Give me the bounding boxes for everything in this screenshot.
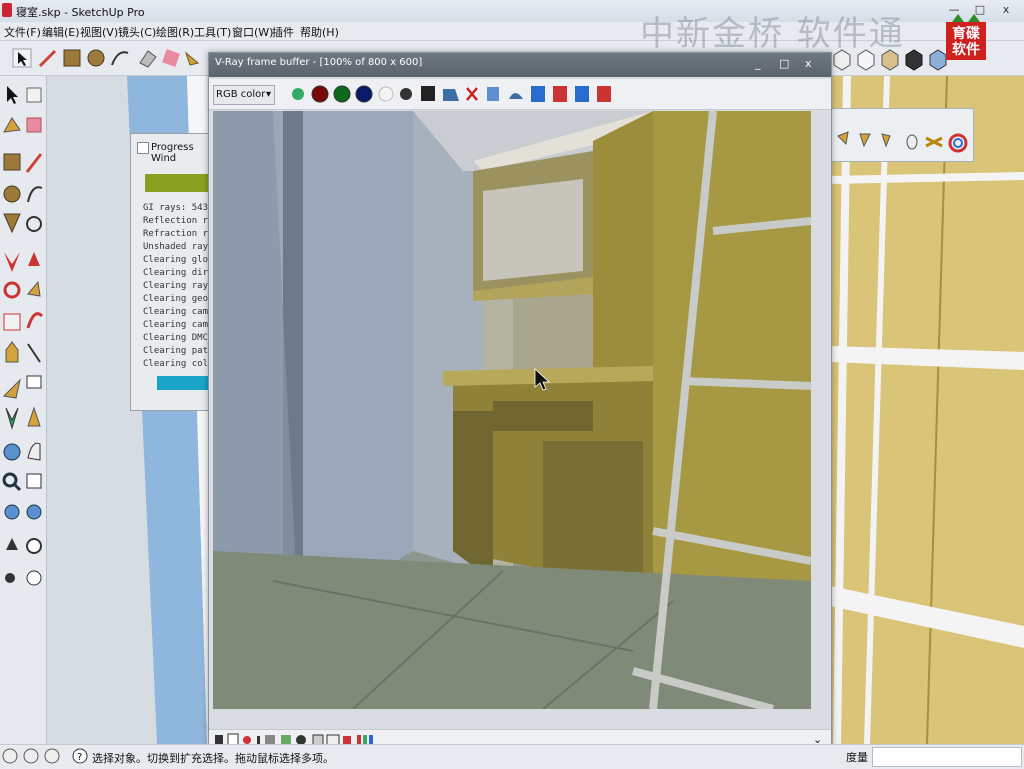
measurements-label: 度量	[846, 751, 868, 764]
progress-window: Progress Wind GI rays: 543 Reflection ra…	[130, 133, 212, 411]
measurements-input[interactable]	[872, 747, 1022, 767]
chevron-down-icon: ▾	[265, 89, 271, 100]
log-line: Refraction ra	[143, 229, 211, 239]
log-line: Reflection ra	[143, 216, 211, 226]
progress-bar	[145, 174, 211, 192]
main-toolbar-icons[interactable]	[0, 41, 210, 75]
vray-minimize-button[interactable]: _	[755, 57, 761, 70]
menu-file[interactable]: 文件(F)	[4, 24, 41, 40]
progress-cancel-button[interactable]	[157, 376, 211, 390]
log-line: GI rays: 543	[143, 203, 209, 213]
log-line: Clearing colo	[143, 359, 211, 369]
log-line: Clearing DMC	[143, 333, 209, 343]
vray-close-button[interactable]: x	[805, 57, 812, 70]
menu-camera[interactable]: 镜头(C)	[118, 24, 156, 40]
status-hint: 选择对象。切换到扩充选择。拖动鼠标选择多项。	[92, 752, 334, 765]
left-toolbar-icons[interactable]	[0, 80, 46, 600]
menu-help[interactable]: 帮助(H)	[300, 24, 339, 40]
watermark-text: 中新金桥 软件通	[640, 14, 905, 54]
menu-edit[interactable]: 编辑(E)	[42, 24, 80, 40]
log-line: Clearing came	[143, 320, 211, 330]
channel-select-value: RGB color	[216, 89, 266, 100]
progress-window-title: Progress Wind	[151, 142, 194, 164]
sketchup-icon	[2, 3, 12, 17]
svg-text:?: ?	[77, 752, 82, 763]
vray-title: V-Ray frame buffer - [100% of 800 x 600]	[215, 57, 423, 68]
vray-maximize-button[interactable]: □	[779, 57, 789, 70]
log-line: Unshaded rays	[143, 242, 211, 252]
log-line: Clearing geom	[143, 294, 211, 304]
close-button[interactable]: x	[996, 2, 1016, 18]
app-title: 寝室.skp - SketchUp Pro	[16, 6, 145, 19]
status-icons[interactable]: ?	[0, 746, 90, 766]
menu-draw[interactable]: 绘图(R)	[156, 24, 194, 40]
log-line: Clearing path	[143, 346, 211, 356]
menu-plugins[interactable]: 插件	[272, 24, 294, 40]
channel-select[interactable]: RGB color ▾	[213, 85, 275, 105]
menu-tools[interactable]: 工具(T)	[194, 24, 231, 40]
logo-text: 育碟软件	[946, 24, 986, 60]
progress-log: GI rays: 543 Reflection ra Refraction ra…	[143, 202, 211, 371]
vray-frame-buffer-window: V-Ray frame buffer - [100% of 800 x 600]…	[208, 52, 832, 754]
menu-window[interactable]: 窗口(W)	[232, 24, 273, 40]
log-line: Clearing ray	[143, 281, 209, 291]
log-line: Clearing came	[143, 307, 211, 317]
log-line: Clearing dire	[143, 268, 211, 278]
vray-plugin-icons[interactable]	[830, 128, 972, 158]
render-image	[213, 111, 811, 709]
log-line: Clearing glob	[143, 255, 211, 265]
progress-window-icon	[137, 142, 149, 154]
vray-toolbar-icons[interactable]	[287, 81, 617, 107]
menu-view[interactable]: 视图(V)	[80, 24, 118, 40]
